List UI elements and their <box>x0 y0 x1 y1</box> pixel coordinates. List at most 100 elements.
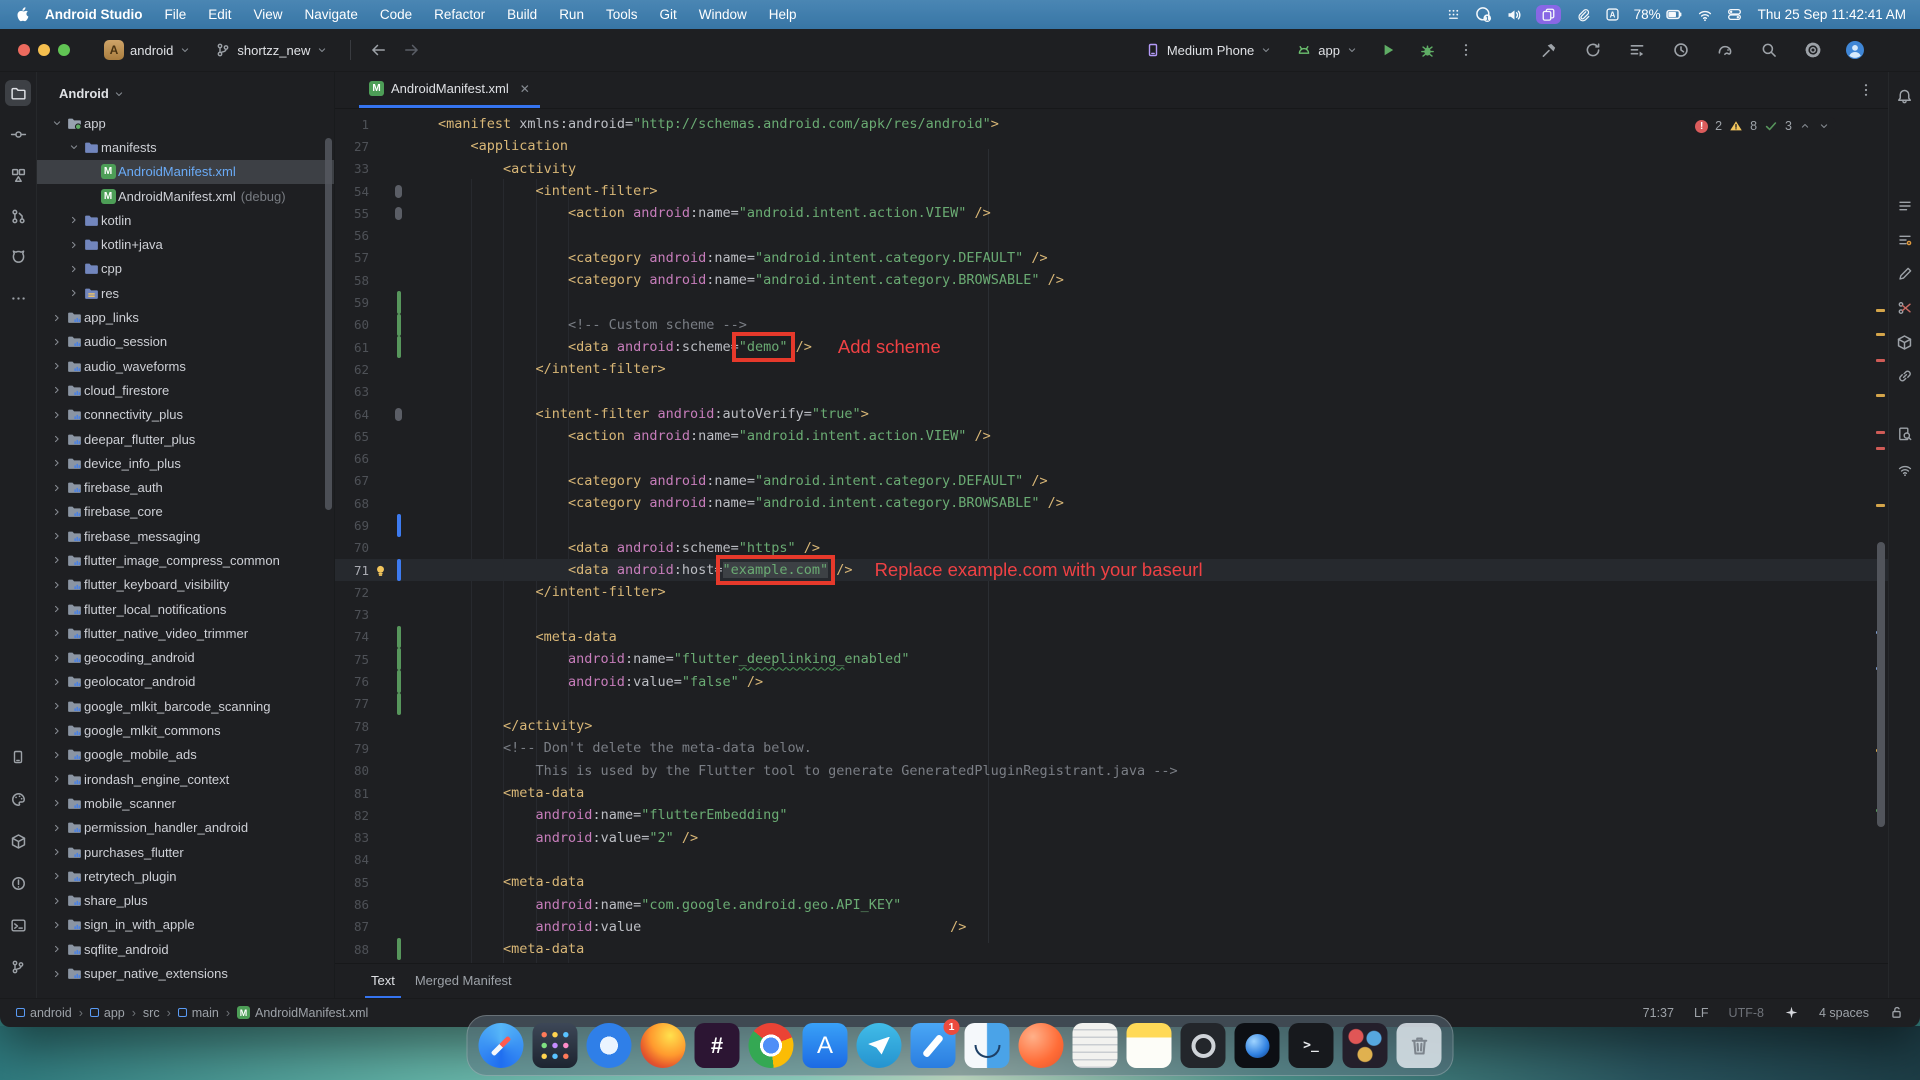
code-text[interactable]: <!-- Don't delete the meta-data below. <box>438 740 812 756</box>
chevron-right-icon[interactable] <box>49 725 64 737</box>
tree-item-flutter-keyboard-visibility[interactable]: flutter_keyboard_visibility <box>37 573 334 597</box>
menu-view[interactable]: View <box>243 0 294 29</box>
editor-options-icon[interactable] <box>1858 82 1874 98</box>
trash-icon[interactable] <box>1397 1023 1442 1068</box>
menu-refactor[interactable]: Refactor <box>423 0 496 29</box>
terminal-app-icon[interactable]: >_ <box>1289 1023 1334 1068</box>
menu-code[interactable]: Code <box>369 0 423 29</box>
tree-item-firebase-auth[interactable]: firebase_auth <box>37 475 334 499</box>
build-icon[interactable] <box>5 828 31 854</box>
tree-item-app-links[interactable]: app_links <box>37 305 334 329</box>
chevron-right-icon[interactable] <box>49 919 64 931</box>
debug-button[interactable] <box>1410 37 1445 64</box>
tree-item-audio-waveforms[interactable]: audio_waveforms <box>37 354 334 378</box>
menu-git[interactable]: Git <box>648 0 687 29</box>
build-variants-icon[interactable] <box>1619 36 1655 64</box>
menu-file[interactable]: File <box>153 0 197 29</box>
code-text[interactable]: <category android:name="android.intent.c… <box>438 250 1048 266</box>
keyboard-icon[interactable] <box>1446 7 1461 22</box>
tree-item-flutter-native-video-trimmer[interactable]: flutter_native_video_trimmer <box>37 621 334 645</box>
tree-item-firebase-messaging[interactable]: firebase_messaging <box>37 524 334 548</box>
gradle-icon[interactable] <box>1893 194 1917 218</box>
clipboard-manager-icon[interactable] <box>1536 5 1561 24</box>
ai-assistant-icon[interactable] <box>1893 262 1917 286</box>
version-control-icon[interactable] <box>5 954 31 980</box>
project-view-title[interactable]: Android <box>59 86 109 101</box>
editor-tab-androidmanifest[interactable]: M AndroidManifest.xml ✕ <box>359 72 540 108</box>
code-text[interactable]: <meta-data <box>438 785 584 801</box>
wifi-icon[interactable] <box>1697 7 1713 23</box>
breadcrumb-src[interactable]: src <box>143 1006 160 1020</box>
chevron-right-icon[interactable] <box>49 530 64 542</box>
tree-item-kotlin[interactable]: kotlin <box>37 208 334 232</box>
tree-item-cloud-firestore[interactable]: cloud_firestore <box>37 378 334 402</box>
code-text[interactable]: <action android:name="android.intent.act… <box>438 428 991 444</box>
code-text[interactable]: <data android:scheme="https" /> <box>438 540 820 556</box>
chevron-right-icon[interactable] <box>66 263 81 275</box>
inspections-widget[interactable]: ! 2 8 3 <box>1689 117 1836 135</box>
chevron-right-icon[interactable] <box>49 360 64 372</box>
code-text[interactable]: <data android:host="example.com" /> <box>438 562 853 578</box>
pencil-app-icon[interactable]: 1 <box>911 1023 956 1068</box>
chevron-right-icon[interactable] <box>49 822 64 834</box>
minimize-window-button[interactable] <box>38 44 50 56</box>
launchpad-icon[interactable] <box>533 1023 578 1068</box>
menu-navigate[interactable]: Navigate <box>294 0 369 29</box>
code-text[interactable]: <meta-data <box>438 941 584 957</box>
problems-icon[interactable] <box>5 870 31 896</box>
chevron-down-icon[interactable] <box>66 141 81 153</box>
tree-item-mobile-scanner[interactable]: mobile_scanner <box>37 791 334 815</box>
chevron-right-icon[interactable] <box>49 579 64 591</box>
tree-item-flutter-local-notifications[interactable]: flutter_local_notifications <box>37 597 334 621</box>
breadcrumb-androidmanifest-xml[interactable]: MAndroidManifest.xml <box>237 1006 368 1020</box>
chevron-right-icon[interactable] <box>49 433 64 445</box>
tree-item-irondash-engine-context[interactable]: irondash_engine_context <box>37 767 334 791</box>
chevron-right-icon[interactable] <box>49 749 64 761</box>
tree-item-google-mobile-ads[interactable]: google_mobile_ads <box>37 743 334 767</box>
cut-icon[interactable] <box>1893 296 1917 320</box>
tree-item-firebase-core[interactable]: firebase_core <box>37 500 334 524</box>
one-badge-icon[interactable]: 1 <box>1475 6 1492 23</box>
gradle-elephant-icon[interactable] <box>1707 36 1743 64</box>
chevron-right-icon[interactable] <box>49 797 64 809</box>
code-text[interactable]: <category android:name="android.intent.c… <box>438 272 1064 288</box>
code-text[interactable]: android:value="false" /> <box>438 674 763 690</box>
chevron-right-icon[interactable] <box>49 676 64 688</box>
panel-scrollbar[interactable] <box>325 138 332 510</box>
resource-manager-icon[interactable] <box>5 786 31 812</box>
file-encoding[interactable]: UTF-8 <box>1729 1006 1764 1020</box>
finder-icon[interactable] <box>965 1023 1010 1068</box>
code-text[interactable]: <category android:name="android.intent.c… <box>438 495 1064 511</box>
quickfix-bulb-icon[interactable] <box>373 563 388 578</box>
tree-item-cpp[interactable]: cpp <box>37 257 334 281</box>
sync-project-icon[interactable] <box>1575 36 1611 64</box>
browser-icon[interactable] <box>587 1023 632 1068</box>
apple-logo-icon[interactable] <box>14 6 31 23</box>
find-icon[interactable] <box>1893 422 1917 446</box>
bookmarks-icon[interactable] <box>1893 228 1917 252</box>
menu-build[interactable]: Build <box>496 0 548 29</box>
tree-item-geolocator-android[interactable]: geolocator_android <box>37 670 334 694</box>
navigate-forward-button[interactable] <box>399 37 425 63</box>
tab-merged-manifest[interactable]: Merged Manifest <box>409 965 518 998</box>
code-text[interactable]: <meta-data <box>438 874 584 890</box>
firefox-icon[interactable] <box>641 1023 686 1068</box>
code-text[interactable]: </activity> <box>438 718 592 734</box>
run-button[interactable] <box>1370 36 1406 64</box>
navigate-back-button[interactable] <box>365 37 391 63</box>
zoom-window-button[interactable] <box>58 44 70 56</box>
code-text[interactable]: <application <box>438 138 568 154</box>
tree-item-deepar-flutter-plus[interactable]: deepar_flutter_plus <box>37 427 334 451</box>
tree-item-device-info-plus[interactable]: device_info_plus <box>37 451 334 475</box>
code-text[interactable]: <!-- Custom scheme --> <box>438 317 747 333</box>
chevron-right-icon[interactable] <box>49 870 64 882</box>
close-window-button[interactable] <box>18 44 30 56</box>
chevron-right-icon[interactable] <box>49 627 64 639</box>
prev-problem-icon[interactable] <box>1799 120 1811 132</box>
menu-edit[interactable]: Edit <box>197 0 242 29</box>
run-configuration-selector[interactable]: app <box>1288 38 1366 62</box>
input-source-icon[interactable]: A <box>1605 7 1620 22</box>
chevron-right-icon[interactable] <box>49 384 64 396</box>
tree-item-kotlin-java[interactable]: kotlin+java <box>37 232 334 256</box>
slack-icon[interactable]: # <box>695 1023 740 1068</box>
